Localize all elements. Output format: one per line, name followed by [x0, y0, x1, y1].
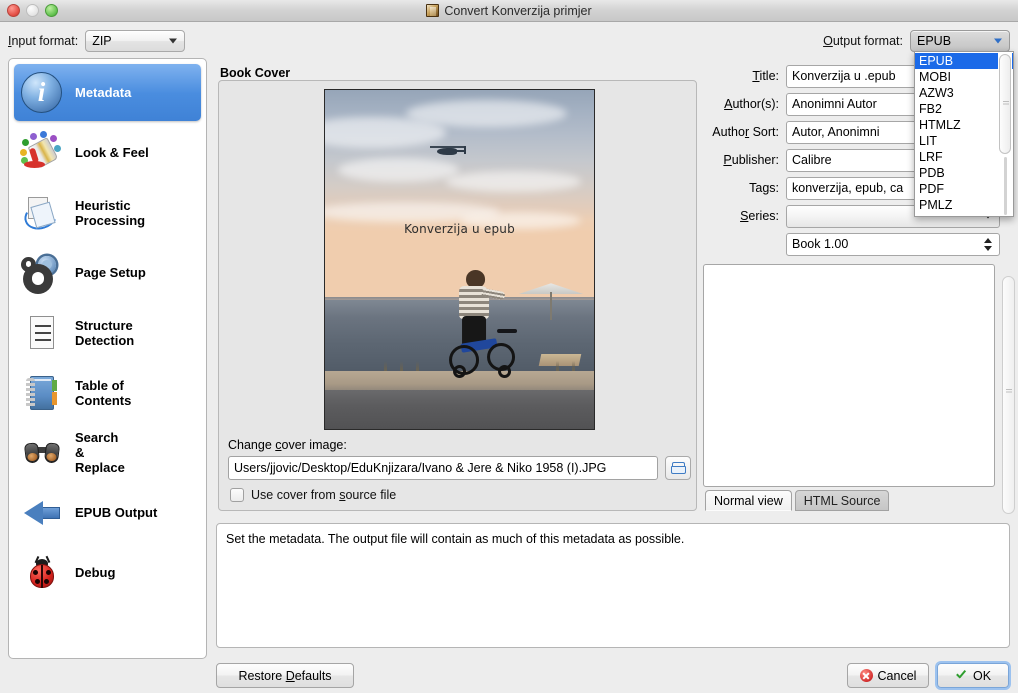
cover-path-value: Users/jjovic/Desktop/EduKnjizara/Ivano &…	[234, 461, 607, 475]
input-format-row: Input format: ZIP	[8, 30, 186, 52]
input-format-value: ZIP	[92, 34, 112, 48]
restore-defaults-button[interactable]: Restore Defaults	[216, 663, 354, 688]
input-format-combo[interactable]: ZIP	[85, 30, 186, 52]
folder-icon	[670, 462, 686, 474]
output-format-combo[interactable]: EPUB	[910, 30, 1010, 52]
sidebar-item-label: Page Setup	[75, 265, 146, 280]
sidebar-item-label: Debug	[75, 565, 116, 580]
comments-view-tabs[interactable]: Normal view HTML Source	[705, 490, 890, 511]
zoom-button[interactable]	[45, 4, 58, 17]
convert-dialog: Convert Konverzija primjer Input format:…	[0, 0, 1018, 693]
comments-editor[interactable]	[703, 264, 995, 487]
spin-down-icon[interactable]	[984, 245, 992, 251]
field-value-author-s: Anonimni Autor	[792, 97, 877, 111]
ok-label: OK	[972, 668, 992, 683]
field-value-title: Konverzija u .epub	[792, 69, 896, 83]
sidebar-item-label: Look & Feel	[75, 145, 149, 160]
field-label-title: Title:	[752, 69, 779, 83]
rotate-pages-icon	[20, 191, 64, 235]
chevron-down-icon	[994, 38, 1002, 44]
paint-bucket-icon	[20, 130, 64, 175]
use-source-cover-row[interactable]: Use cover from source file	[230, 488, 396, 502]
info-icon	[20, 71, 64, 115]
sidebar-item-search-replace[interactable]: Search & Replace	[14, 424, 201, 481]
output-format-dropdown[interactable]: EPUB MOBI AZW3 FB2 HTMLZ LIT LRF PDB PDF PMLZ	[914, 51, 1014, 217]
sidebar-item-label: Heuristic Processing	[75, 197, 146, 228]
cancel-label: Cancel	[877, 668, 917, 683]
series-index-value: Book 1.00	[792, 237, 849, 251]
sidebar-item-label: Structure Detection	[75, 317, 135, 348]
close-button[interactable]	[7, 4, 20, 17]
blue-left-arrow-icon	[20, 491, 64, 535]
green-check-icon	[955, 669, 968, 682]
red-x-icon	[859, 669, 873, 682]
settings-sidebar[interactable]: Metadata Look & Feel HeuristicProcessing Pa…	[8, 58, 207, 659]
field-label-author-s: Author(s):	[724, 97, 779, 111]
output-format-row: Output format: EPUB	[823, 30, 1010, 52]
field-label-author-sort: Author Sort:	[712, 125, 779, 139]
cover-path-input[interactable]: Users/jjovic/Desktop/EduKnjizara/Ivano &…	[228, 456, 658, 480]
sidebar-item-structure-detection[interactable]: Structure Detection	[14, 304, 201, 361]
sidebar-item-label: Table of Contents	[75, 377, 132, 408]
input-format-label: Input format:	[8, 34, 79, 48]
chevron-down-icon	[169, 38, 178, 44]
gears-icon	[20, 251, 64, 295]
cover-bicycle	[447, 327, 519, 389]
field-value-author-sort: Autor, Anonimni	[792, 125, 880, 139]
output-format-label: Output format:	[823, 34, 903, 48]
sidebar-item-debug[interactable]: Debug	[14, 544, 201, 601]
settings-panel-scrollbar-thumb[interactable]	[1002, 276, 1015, 514]
output-format-value: EPUB	[917, 34, 952, 48]
dropdown-scrollbar[interactable]	[998, 53, 1012, 216]
restore-defaults-label: Restore Defaults	[238, 668, 332, 683]
settings-panel-scrollbar[interactable]	[1001, 276, 1016, 516]
use-source-cover-checkbox[interactable]	[230, 488, 244, 502]
book-icon	[426, 4, 440, 17]
tab-html-source[interactable]: HTML Source	[794, 490, 890, 511]
status-help-box: Set the metadata. The output file will c…	[216, 523, 1010, 648]
notebook-icon	[20, 371, 64, 415]
dropdown-scrollbar-thumb[interactable]	[999, 54, 1011, 154]
window-title: Convert Konverzija primjer	[444, 3, 592, 18]
sidebar-item-look-feel[interactable]: Look & Feel	[14, 124, 201, 181]
cover-road	[325, 390, 594, 429]
field-label-publisher: Publisher:	[723, 153, 779, 167]
binoculars-icon	[20, 431, 64, 475]
window-controls[interactable]	[7, 4, 58, 17]
ok-button[interactable]: OK	[937, 663, 1009, 688]
minimize-button[interactable]	[26, 4, 39, 17]
tab-normal-view[interactable]: Normal view	[705, 490, 792, 511]
sidebar-item-table-of-contents[interactable]: Table of Contents	[14, 364, 201, 421]
sidebar-item-page-setup[interactable]: Page Setup	[14, 244, 201, 301]
book-cover-group-title: Book Cover	[220, 66, 291, 80]
field-label-series: Series:	[740, 209, 779, 223]
sidebar-item-metadata[interactable]: Metadata	[14, 64, 201, 121]
sidebar-item-label: EPUB Output	[75, 505, 158, 520]
field-value-publisher: Calibre	[792, 153, 832, 167]
cover-umbrella	[518, 283, 584, 321]
cover-overlay-text: Konverzija u epub	[404, 222, 515, 237]
field-value-tags: konverzija, epub, ca	[792, 181, 904, 195]
document-lines-icon	[20, 311, 64, 355]
series-index-row: Book 1.00	[700, 230, 1000, 258]
spin-up-icon[interactable]	[984, 237, 992, 243]
field-label-tags: Tags:	[749, 181, 779, 195]
sidebar-item-heuristic-processing[interactable]: Heuristic Processing	[14, 184, 201, 241]
dropdown-scrollbar-track[interactable]	[1003, 157, 1007, 215]
cover-image-preview[interactable]: Konverzija u epub	[324, 89, 595, 430]
change-cover-label: Change cover image:	[228, 438, 347, 452]
helicopter-icon	[429, 144, 466, 156]
sidebar-item-epub-output[interactable]: EPUB Output	[14, 484, 201, 541]
status-message: Set the metadata. The output file will c…	[226, 532, 685, 546]
series-index-spinbox[interactable]: Book 1.00	[786, 232, 1000, 256]
cancel-button[interactable]: Cancel	[847, 663, 929, 688]
ladybug-icon	[20, 551, 64, 595]
use-source-cover-label: Use cover from source file	[251, 488, 397, 502]
window-titlebar: Convert Konverzija primjer	[0, 0, 1018, 22]
browse-cover-button[interactable]	[665, 456, 691, 480]
sidebar-item-label: Metadata	[75, 85, 132, 100]
sidebar-item-label: Search & Replace	[75, 430, 125, 475]
